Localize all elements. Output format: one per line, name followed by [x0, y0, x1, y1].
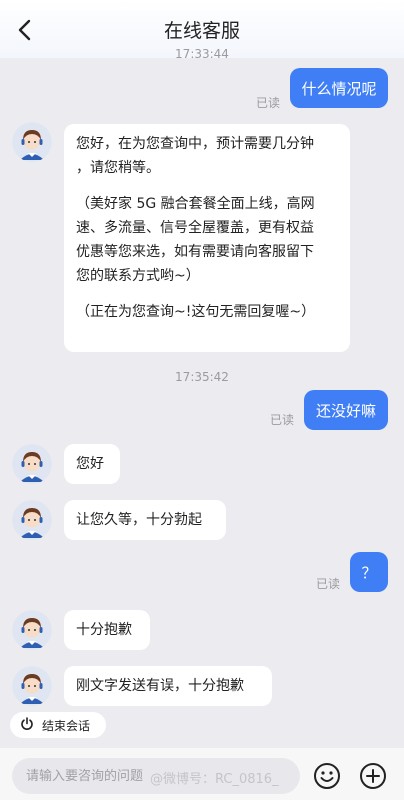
end-session-button[interactable]: 结束会话 [10, 712, 106, 738]
agent-avatar [12, 500, 52, 540]
message-text: 您好 [76, 456, 104, 472]
back-icon[interactable] [10, 16, 38, 44]
message-incoming[interactable]: 让您久等，十分勃起 [64, 500, 226, 540]
input-bar: @微博号：RC_0816_ [0, 748, 404, 800]
power-icon [20, 716, 34, 734]
message-outgoing[interactable]: ？ [350, 552, 388, 592]
read-receipt: 已读 [256, 96, 281, 110]
message-incoming[interactable]: 十分抱歉 [64, 610, 150, 650]
timestamp: 17:35:42 [175, 370, 229, 384]
message-outgoing[interactable]: 什么情况呢 [290, 68, 388, 108]
emoji-icon[interactable] [312, 761, 342, 791]
agent-avatar [12, 610, 52, 650]
message-incoming[interactable]: 您好 [64, 444, 120, 484]
end-session-label: 结束会话 [42, 718, 91, 733]
watermark: @微博号：RC_0816_ [150, 772, 279, 787]
read-receipt: 已读 [316, 577, 341, 591]
message-incoming[interactable]: 您好，在为您查询中，预计需要几分钟 ，请您稍等。 （美好家 5G 融合套餐全面上… [64, 124, 350, 352]
message-outgoing[interactable]: 还没好嘛 [304, 390, 388, 430]
message-line: 您的联系方式哟~） [76, 268, 200, 284]
message-line: 您好，在为您查询中，预计需要几分钟 [76, 136, 314, 152]
page-title: 在线客服 [163, 19, 240, 42]
chat-area[interactable]: 17:33:44 已读 什么情况呢 您好，在为您查询中，预计需要几分钟 ，请您稍… [0, 44, 404, 744]
read-receipt: 已读 [270, 413, 295, 427]
message-incoming[interactable]: 刚文字发送有误，十分抱歉 [64, 666, 272, 706]
message-line: ，请您稍等。 [76, 160, 160, 176]
agent-avatar [12, 444, 52, 484]
message-text: 让您久等，十分勃起 [76, 512, 202, 528]
message-line: 速、多流量、信号全屋覆盖，更有权益 [76, 220, 314, 236]
message-line: （正在为您查询~!这句无需回复喔~） [76, 304, 316, 320]
plus-icon[interactable] [358, 761, 388, 791]
agent-avatar [12, 122, 52, 162]
message-line: （美好家 5G 融合套餐全面上线，高网 [76, 196, 315, 212]
message-text: 十分抱歉 [76, 622, 132, 638]
message-line: 优惠等您来选，如有需要请向客服留下 [76, 244, 314, 260]
agent-avatar [12, 666, 52, 706]
timestamp: 17:33:44 [175, 47, 229, 61]
message-text: 刚文字发送有误，十分抱歉 [76, 678, 244, 694]
